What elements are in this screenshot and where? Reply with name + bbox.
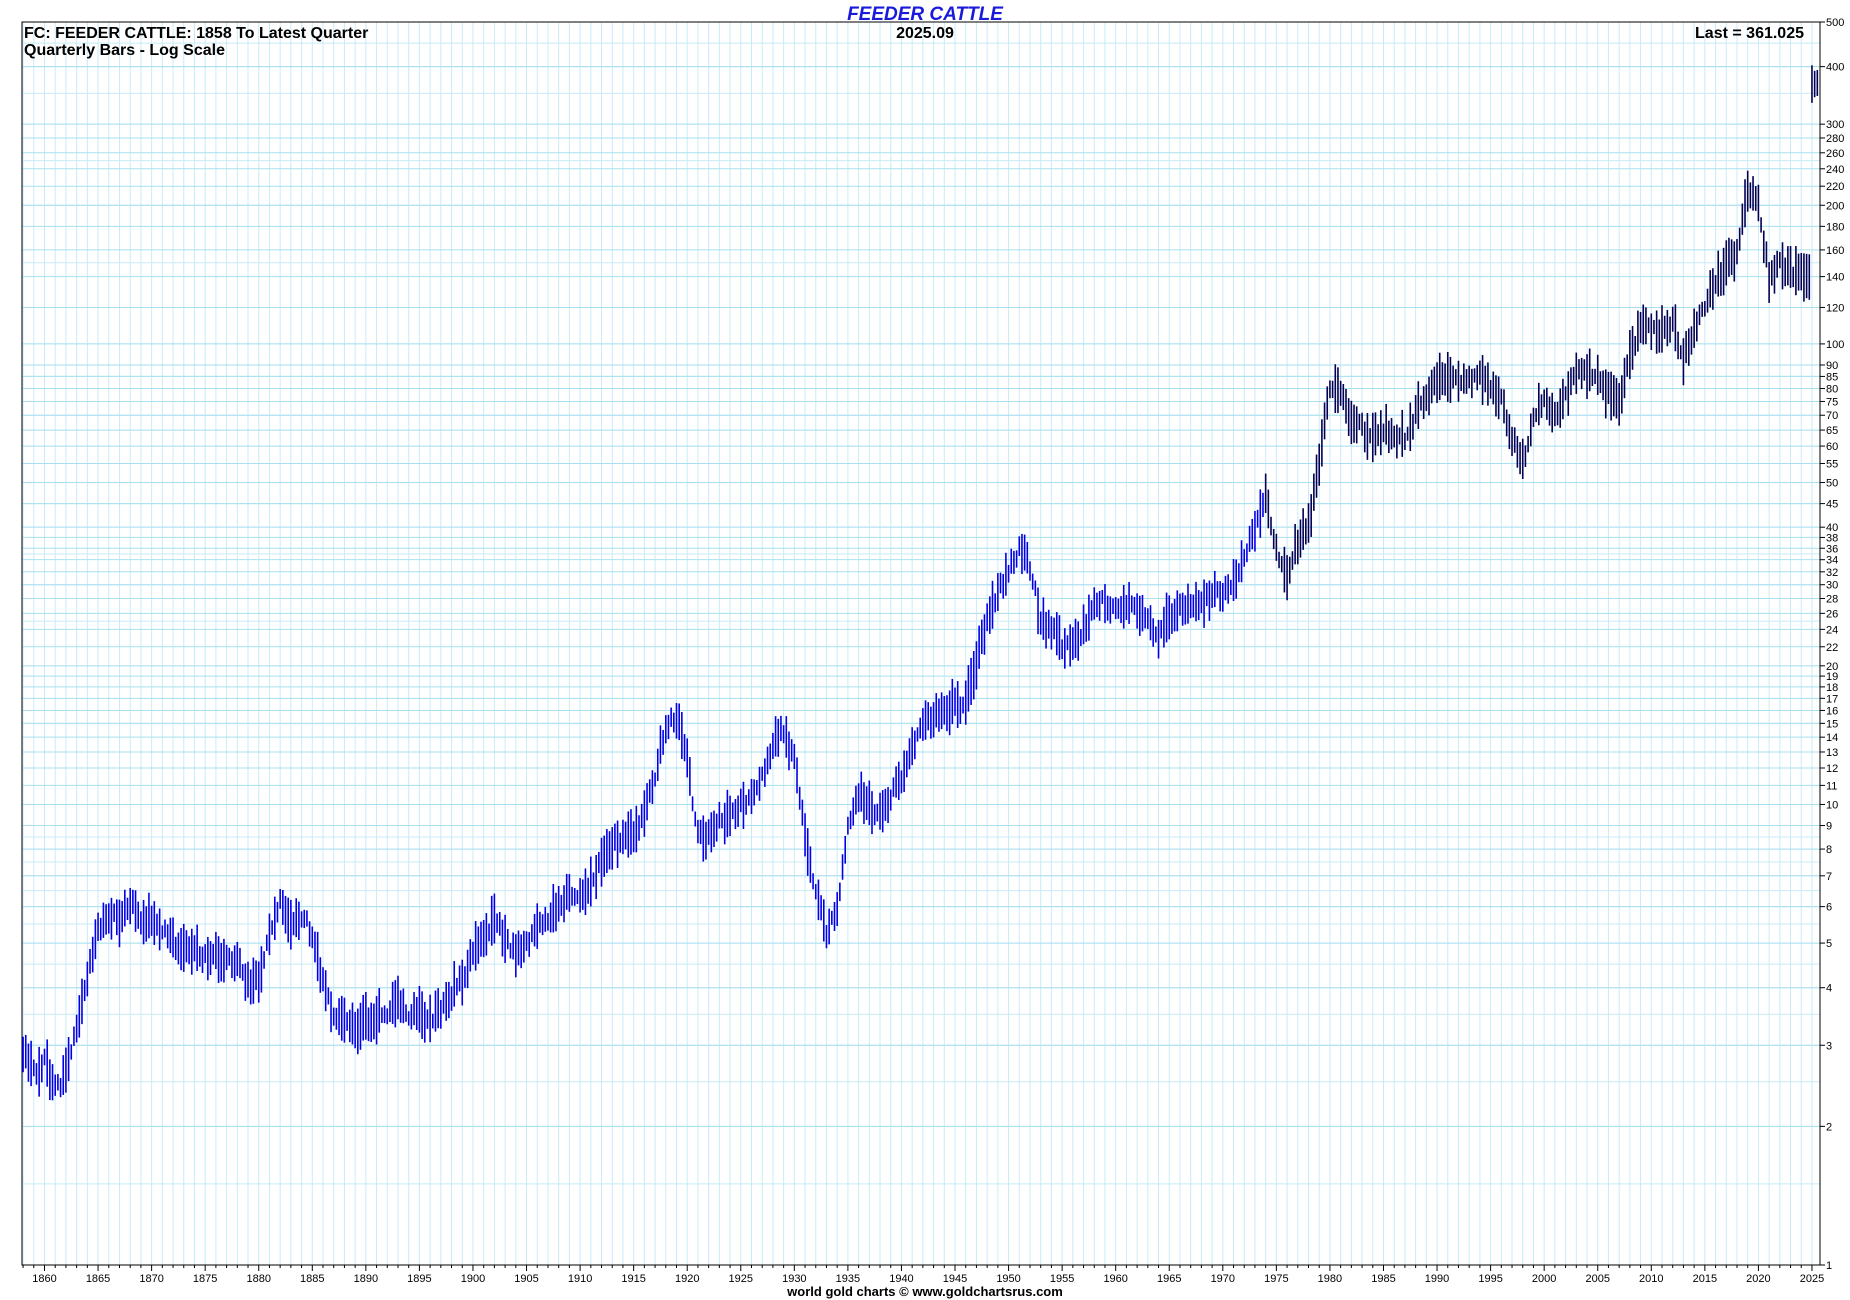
y-tick-label: 4 — [1826, 983, 1832, 995]
y-tick-label: 45 — [1826, 499, 1838, 511]
y-tick-label: 120 — [1826, 302, 1844, 314]
y-tick-label: 26 — [1826, 608, 1838, 620]
y-tick-label: 160 — [1826, 245, 1844, 257]
x-tick-label: 1910 — [568, 1273, 592, 1285]
x-tick-label: 1860 — [32, 1273, 56, 1285]
x-tick-label: 1995 — [1478, 1273, 1502, 1285]
x-tick-label: 1885 — [300, 1273, 324, 1285]
x-tick-label: 2015 — [1693, 1273, 1717, 1285]
x-tick-label: 2020 — [1746, 1273, 1770, 1285]
y-tick-label: 90 — [1826, 360, 1838, 372]
x-tick-label: 1900 — [461, 1273, 485, 1285]
x-axis: 1860 1865 1870 1875 1880 1885 1890 1895 1900 1905… — [22, 1265, 1824, 1285]
x-tick-label: 2000 — [1532, 1273, 1556, 1285]
x-tick-label: 1970 — [1211, 1273, 1235, 1285]
y-tick-label: 260 — [1826, 148, 1844, 160]
x-tick-label: 1965 — [1157, 1273, 1181, 1285]
x-tick-label: 1985 — [1371, 1273, 1395, 1285]
x-tick-label: 1905 — [514, 1273, 538, 1285]
x-tick-label: 1980 — [1318, 1273, 1342, 1285]
y-tick-label: 11 — [1826, 780, 1837, 792]
chart-title: FEEDER CATTLE — [847, 4, 1004, 25]
y-tick-label: 240 — [1826, 164, 1844, 176]
x-tick-label: 2025 — [1800, 1273, 1824, 1285]
y-tick-label: 7 — [1826, 871, 1832, 883]
plot-background — [22, 22, 1820, 1265]
x-tick-label: 2010 — [1639, 1273, 1663, 1285]
y-tick-label: 500 — [1826, 17, 1844, 29]
y-tick-label: 50 — [1826, 478, 1838, 490]
y-tick-label: 9 — [1826, 821, 1832, 833]
y-tick-label: 140 — [1826, 272, 1844, 284]
x-tick-label: 1960 — [1103, 1273, 1127, 1285]
y-tick-label: 17 — [1826, 693, 1838, 705]
y-tick-label: 38 — [1826, 532, 1838, 544]
x-tick-label: 1925 — [729, 1273, 753, 1285]
y-tick-label: 280 — [1826, 133, 1844, 145]
last-value-label: Last = 361.025 — [1695, 25, 1804, 42]
y-tick-label: 300 — [1826, 119, 1844, 131]
y-tick-label: 14 — [1826, 732, 1838, 744]
y-tick-label: 8 — [1826, 844, 1832, 856]
x-tick-label: 2005 — [1585, 1273, 1609, 1285]
x-tick-label: 1880 — [246, 1273, 270, 1285]
y-tick-label: 60 — [1826, 441, 1838, 453]
y-tick-label: 200 — [1826, 200, 1844, 212]
y-tick-label: 180 — [1826, 221, 1844, 233]
x-tick-label: 1890 — [354, 1273, 378, 1285]
y-tick-label: 75 — [1826, 396, 1838, 408]
y-tick-label: 85 — [1826, 371, 1838, 383]
footer-credit: world gold charts © www.goldchartsrus.co… — [786, 1284, 1063, 1299]
x-tick-label: 1915 — [621, 1273, 645, 1285]
y-tick-label: 18 — [1826, 682, 1838, 694]
y-tick-label: 5 — [1826, 938, 1832, 950]
y-tick-label: 3 — [1826, 1040, 1832, 1052]
x-tick-label: 1870 — [139, 1273, 163, 1285]
x-tick-label: 1865 — [86, 1273, 110, 1285]
x-tick-label: 1990 — [1425, 1273, 1449, 1285]
y-tick-label: 2 — [1826, 1121, 1832, 1133]
y-tick-label: 13 — [1826, 747, 1838, 759]
y-tick-label: 220 — [1826, 181, 1844, 193]
y-tick-label: 22 — [1826, 642, 1838, 654]
feeder-cattle-chart: 1234567891011121314151617181920222426283… — [21, 4, 1844, 1299]
y-tick-label: 34 — [1826, 555, 1838, 567]
y-tick-label: 20 — [1826, 661, 1838, 673]
y-tick-label: 30 — [1826, 580, 1838, 592]
y-tick-label: 65 — [1826, 425, 1838, 437]
y-tick-label: 32 — [1826, 567, 1838, 579]
y-tick-label: 80 — [1826, 384, 1838, 396]
y-tick-label: 55 — [1826, 458, 1838, 470]
y-tick-label: 36 — [1826, 543, 1838, 555]
y-tick-label: 1 — [1826, 1260, 1832, 1272]
y-tick-label: 6 — [1826, 902, 1832, 914]
y-tick-label: 10 — [1826, 799, 1838, 811]
y-tick-label: 70 — [1826, 410, 1838, 422]
y-tick-label: 400 — [1826, 62, 1844, 74]
subtitle-line-1: FC: FEEDER CATTLE: 1858 To Latest Quarte… — [24, 25, 368, 42]
y-tick-label: 24 — [1826, 624, 1838, 636]
y-axis: 1234567891011121314151617181920222426283… — [1820, 17, 1844, 1272]
y-tick-label: 12 — [1826, 763, 1838, 775]
x-tick-label: 1895 — [407, 1273, 431, 1285]
x-tick-label: 1920 — [675, 1273, 699, 1285]
x-tick-label: 1875 — [193, 1273, 217, 1285]
y-tick-label: 15 — [1826, 718, 1838, 730]
y-tick-label: 19 — [1826, 671, 1838, 683]
date-label: 2025.09 — [896, 25, 954, 42]
subtitle-line-2: Quarterly Bars - Log Scale — [24, 42, 225, 59]
y-tick-label: 16 — [1826, 705, 1838, 717]
x-tick-label: 1975 — [1264, 1273, 1288, 1285]
y-tick-label: 28 — [1826, 594, 1838, 606]
y-tick-label: 100 — [1826, 339, 1844, 351]
y-tick-label: 40 — [1826, 522, 1838, 534]
